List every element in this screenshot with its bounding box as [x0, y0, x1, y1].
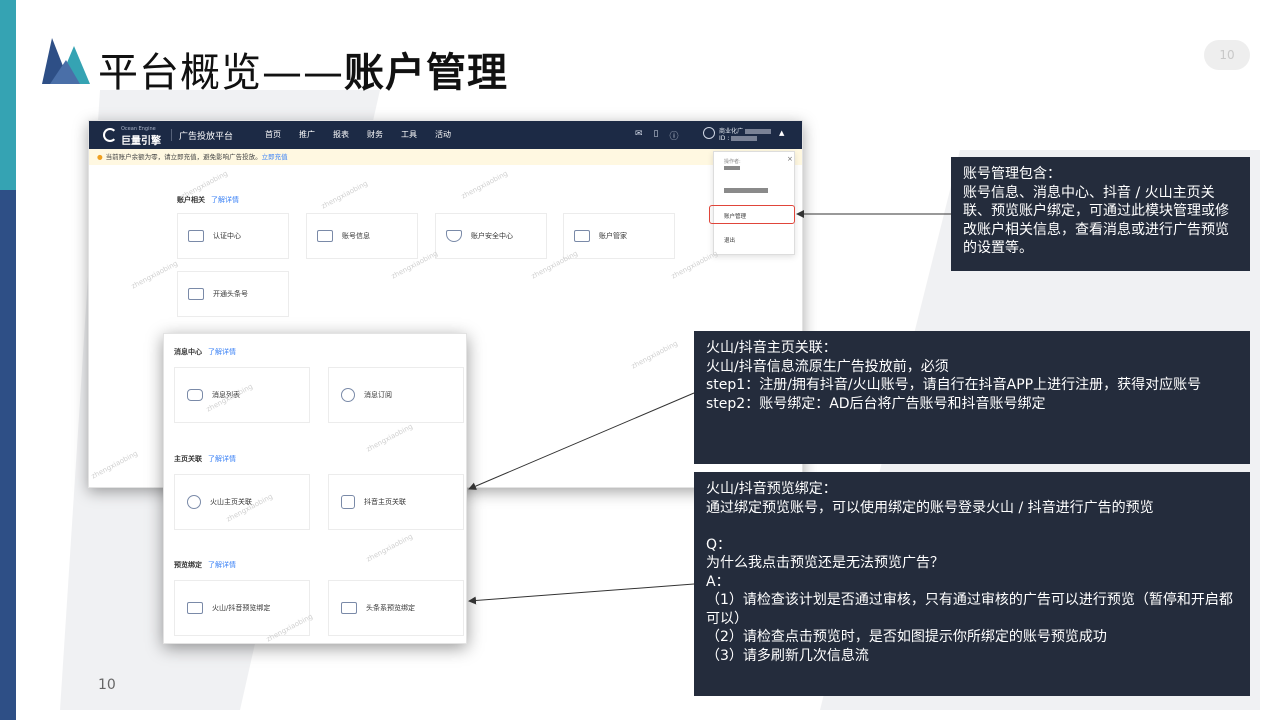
- watermark-text: zhengxiaobing: [460, 169, 510, 201]
- dropdown-item-logout[interactable]: 退出: [724, 236, 735, 244]
- ocean-engine-logo-icon: [103, 128, 117, 142]
- user-id-prefix: ID :: [719, 135, 730, 142]
- account-modules-screenshot: 消息中心 了解详情 消息列表 消息订阅 主页关联 了解详情 火山主页关联 抖音主页关…: [163, 333, 467, 644]
- redacted-operator: [724, 166, 740, 170]
- message-section-title: 消息中心 了解详情: [174, 347, 236, 357]
- mail-icon[interactable]: ✉: [635, 129, 643, 142]
- preview-section-label: 预览绑定: [174, 561, 202, 569]
- card-label: 火山/抖音预览绑定: [212, 604, 271, 612]
- card-douyin-homepage-link[interactable]: 抖音主页关联: [328, 474, 464, 530]
- user-avatar-icon[interactable]: [703, 127, 715, 139]
- user-name[interactable]: 商业化广: [719, 126, 772, 135]
- watermark-text: zhengxiaobing: [670, 249, 720, 281]
- watermark-text: zhengxiaobing: [365, 422, 415, 454]
- brand-divider: [171, 129, 172, 141]
- watermark-text: zhengxiaobing: [365, 532, 415, 564]
- nav-item-home[interactable]: 首页: [265, 129, 281, 140]
- slide-title-prefix: 平台概览——: [98, 50, 344, 96]
- douyin-icon: [341, 495, 355, 509]
- message-section-label: 消息中心: [174, 348, 202, 356]
- card-label: 消息订阅: [364, 391, 392, 399]
- card-label: 头条系预览绑定: [366, 604, 415, 612]
- nav-item-reports[interactable]: 报表: [333, 129, 349, 140]
- account-manage-highlight-box: [709, 205, 795, 224]
- company-logo: [42, 38, 90, 84]
- preview-section-title: 预览绑定 了解详情: [174, 560, 236, 570]
- callout-account-management: 账号管理包含： 账号信息、消息中心、抖音 / 火山主页关联、预览账户绑定，可通过…: [951, 157, 1250, 271]
- card-label: 账号信息: [342, 232, 370, 240]
- bell-icon: [341, 388, 355, 402]
- toutiao-icon: [188, 288, 204, 300]
- message-learn-more-link[interactable]: 了解详情: [208, 348, 236, 356]
- close-icon[interactable]: ×: [787, 155, 793, 163]
- notice-text: 当前账户余额为零，请立即充值，避免影响广告投放。: [105, 153, 262, 161]
- card-open-toutiao-account[interactable]: 开通头条号: [177, 271, 289, 317]
- card-message-subscribe[interactable]: 消息订阅: [328, 367, 464, 423]
- warning-icon: ●: [97, 153, 103, 161]
- callout-homepage-link: 火山/抖音主页关联： 火山/抖音信息流原生广告投放前，必须 step1：注册/拥…: [694, 331, 1250, 464]
- wallet-icon: [574, 230, 590, 242]
- preview-learn-more-link[interactable]: 了解详情: [208, 561, 236, 569]
- brand-chinese: 巨量引擎: [121, 136, 161, 147]
- redacted-user-name: [745, 129, 772, 134]
- id-card-icon: [188, 230, 204, 242]
- slide-title: 平台概览——账户管理: [98, 40, 508, 98]
- card-account-security[interactable]: 账户安全中心: [435, 213, 547, 259]
- news-preview-icon: [341, 602, 357, 614]
- watermark-text: zhengxiaobing: [90, 449, 140, 481]
- slide-title-emphasis: 账户管理: [344, 50, 508, 96]
- card-label: 账户管家: [599, 232, 627, 240]
- redacted-user-id: [731, 136, 758, 141]
- homepage-section-label: 主页关联: [174, 455, 202, 463]
- nav-item-tools[interactable]: 工具: [401, 129, 417, 140]
- watermark-text: zhengxiaobing: [130, 259, 180, 291]
- top-icon-group: ✉ ▯ ⓘ: [635, 129, 690, 142]
- page-number: 10: [98, 677, 116, 693]
- card-huoshan-homepage-link[interactable]: 火山主页关联: [174, 474, 310, 530]
- help-icon[interactable]: ⓘ: [670, 129, 679, 142]
- nav-item-finance[interactable]: 财务: [367, 129, 383, 140]
- page-badge: 10: [1204, 40, 1250, 70]
- card-account-steward[interactable]: 账户管家: [563, 213, 675, 259]
- card-label: 账户安全中心: [471, 232, 513, 240]
- card-toutiao-preview-binding[interactable]: 头条系预览绑定: [328, 580, 464, 636]
- homepage-section-title: 主页关联 了解详情: [174, 454, 236, 464]
- nav-item-promote[interactable]: 推广: [299, 129, 315, 140]
- watermark-text: zhengxiaobing: [320, 179, 370, 211]
- top-navigation-bar: Ocean Engine 巨量引擎 广告投放平台 首页 推广 报表 财务 工具 …: [89, 121, 802, 149]
- main-nav: 首页 推广 报表 财务 工具 活动: [265, 129, 469, 140]
- left-accent-stripe-navy: [0, 190, 16, 720]
- profile-card-icon: [317, 230, 333, 242]
- card-label: 开通头条号: [213, 290, 248, 298]
- phone-icon[interactable]: ▯: [654, 129, 659, 142]
- brand-text: Ocean Engine 巨量引擎: [121, 126, 169, 147]
- shield-icon: [446, 230, 462, 242]
- user-id: ID :: [719, 135, 758, 142]
- recharge-link[interactable]: 立即充值: [262, 153, 288, 161]
- video-preview-icon: [187, 602, 203, 614]
- left-accent-stripe-teal: [0, 0, 16, 190]
- homepage-learn-more-link[interactable]: 了解详情: [208, 455, 236, 463]
- huoshan-icon: [187, 495, 201, 509]
- card-account-info[interactable]: 账号信息: [306, 213, 418, 259]
- user-dropdown-menu: 操作者: × 账户管理 退出: [713, 151, 795, 255]
- platform-name: 广告投放平台: [179, 132, 234, 142]
- watermark-text: zhengxiaobing: [630, 339, 680, 371]
- caret-up-icon[interactable]: ▲: [779, 129, 784, 137]
- card-verification-center[interactable]: 认证中心: [177, 213, 289, 259]
- callout-preview-binding: 火山/抖音预览绑定： 通过绑定预览账号，可以使用绑定的账号登录火山 / 抖音进行…: [694, 472, 1250, 696]
- chat-bubble-icon: [187, 389, 203, 401]
- user-name-prefix: 商业化广: [719, 128, 744, 135]
- dropdown-operator-label: 操作者:: [724, 159, 741, 165]
- card-label: 抖音主页关联: [364, 498, 406, 506]
- account-learn-more-link[interactable]: 了解详情: [211, 196, 239, 204]
- balance-notice-bar: ● 当前账户余额为零，请立即充值，避免影响广告投放。立即充值: [89, 149, 802, 165]
- brand-logo[interactable]: Ocean Engine 巨量引擎: [103, 126, 169, 147]
- card-label: 认证中心: [213, 232, 241, 240]
- nav-item-activity[interactable]: 活动: [435, 129, 451, 140]
- redacted-account: [724, 188, 768, 193]
